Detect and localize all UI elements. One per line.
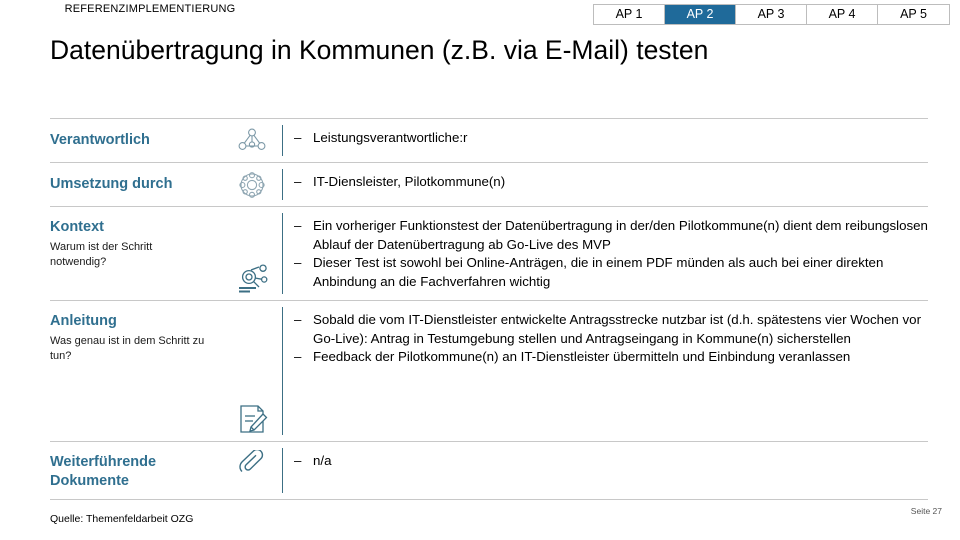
table-row: Weiterführende Dokumente – n/a [50,441,928,500]
row-subtitle: Warum ist der Schritt notwendig? [50,241,153,268]
list-item: – Leistungsverantwortliche:r [291,129,928,148]
row-label-cell: Verantwortlich [50,119,235,162]
list-item-text: n/a [313,453,332,468]
row-icon-cell [235,301,277,441]
source-note: Quelle: Themenfeldarbeit OZG [50,513,194,525]
row-icon-cell [235,119,277,162]
tab-ap-1[interactable]: AP 1 [594,5,665,24]
row-label-cell: Weiterführende Dokumente [50,442,235,499]
row-icon-cell [235,442,277,499]
row-label-cell: Kontext Warum ist der Schritt notwendig? [50,207,235,300]
list-item: – Feedback der Pilotkommune(n) an IT-Dien… [291,348,928,367]
magnifier-idea-icon [237,264,275,294]
bullet-list: – Ein vorheriger Funktionstest der Datenü… [291,217,928,291]
row-divider [277,207,289,300]
list-item-text: IT-Diensleister, Pilotkommune(n) [313,174,506,189]
row-body-cell: – Sobald die vom IT-Dienstleister entwick… [289,301,928,441]
bullet-list: – Sobald die vom IT-Dienstleister entwick… [291,311,928,367]
list-item-text: Feedback der Pilotkommune(n) an IT-Diens… [313,349,851,364]
paperclip-icon [237,450,275,480]
bullet-dash: – [294,174,302,189]
bullet-dash: – [294,255,302,270]
list-item: – n/a [291,452,928,471]
bullet-list: – IT-Diensleister, Pilotkommune(n) [291,173,928,192]
row-title: Kontext [50,219,104,235]
page-number: Seite 27 [910,506,942,516]
people-network-icon [237,127,275,153]
tab-ap-5[interactable]: AP 5 [878,5,949,24]
bullet-dash: – [294,130,302,145]
kicker-label: REFERENZIMPLEMENTIERUNG [64,3,236,15]
row-subtitle: Was genau ist in dem Schritt zu tun? [50,335,205,362]
row-divider [277,442,289,499]
list-item: – Sobald die vom IT-Dienstleister entwick… [291,311,928,348]
list-item-text: Ein vorheriger Funktionstest der Datenüb… [313,218,928,252]
list-item: – Ein vorheriger Funktionstest der Datenü… [291,217,928,254]
table-row: Verantwortlich – Leistungsverantwortliche [50,118,928,162]
document-pencil-icon [237,403,275,435]
list-item-text: Sobald die vom IT-Dienstleister entwicke… [313,312,921,346]
bullet-dash: – [294,453,302,468]
row-title: Weiterführende Dokumente [50,454,157,489]
list-item: – IT-Diensleister, Pilotkommune(n) [291,173,928,192]
row-body-cell: – n/a [289,442,928,499]
row-label-cell: Anleitung Was genau ist in dem Schritt z… [50,301,235,441]
row-label-cell: Umsetzung durch [50,163,235,206]
list-item: – Dieser Test ist sowohl bei Online-Anträ… [291,254,928,291]
tab-ap-2[interactable]: AP 2 [665,5,736,24]
tab-ap-4[interactable]: AP 4 [807,5,878,24]
slide-header: REFERENZIMPLEMENTIERUNG Datenübertragung… [0,0,960,78]
table-row: Anleitung Was genau ist in dem Schritt z… [50,300,928,441]
row-divider [277,301,289,441]
tab-ap-3[interactable]: AP 3 [736,5,807,24]
row-title: Anleitung [50,313,117,329]
row-body-cell: – Ein vorheriger Funktionstest der Datenü… [289,207,928,300]
bullet-dash: – [294,349,302,364]
bullet-list: – n/a [291,452,928,471]
row-divider [277,163,289,206]
list-item-text: Leistungsverantwortliche:r [313,130,468,145]
bullet-dash: – [294,218,302,233]
row-title: Umsetzung durch [50,176,173,192]
row-body-cell: – IT-Diensleister, Pilotkommune(n) [289,163,928,206]
row-icon-cell [235,207,277,300]
bullet-list: – Leistungsverantwortliche:r [291,129,928,148]
list-item-text: Dieser Test ist sowohl bei Online-Anträg… [313,255,884,289]
ap-tab-strip: AP 1 AP 2 AP 3 AP 4 AP 5 [593,4,950,25]
row-title: Verantwortlich [50,132,150,148]
table-row: Kontext Warum ist der Schritt notwendig? [50,206,928,300]
row-body-cell: – Leistungsverantwortliche:r [289,119,928,162]
team-circle-icon [237,171,275,199]
table-row: Umsetzung durch – IT-Diensleister, Pilot… [50,162,928,206]
content-table: Verantwortlich – Leistungsverantwortliche [50,118,928,500]
row-divider [277,119,289,162]
page-title: Datenübertragung in Kommunen (z.B. via E… [50,35,709,65]
row-icon-cell [235,163,277,206]
bullet-dash: – [294,312,302,327]
